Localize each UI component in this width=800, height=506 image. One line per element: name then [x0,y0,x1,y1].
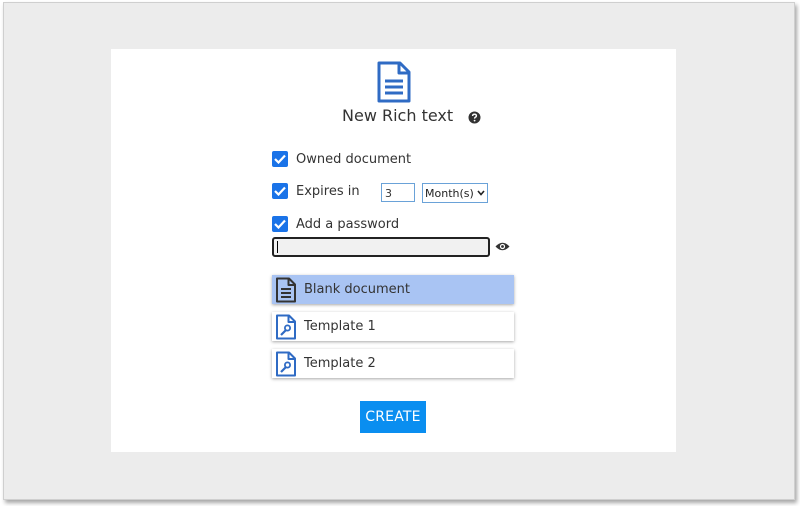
expires-amount-input[interactable]: 3 [381,183,415,202]
checkmark-icon [274,154,286,164]
expires-unit-select[interactable]: Month(s) [422,183,488,203]
expires-label: Expires in [296,183,360,199]
template-option-1[interactable]: Template 1 [272,312,514,341]
create-button[interactable]: CREATE [360,401,426,433]
document-wrench-icon [276,314,296,339]
dialog-title: New Rich text [342,106,454,125]
new-document-dialog: New Rich text Owned document Expires in [111,49,676,452]
owned-document-option[interactable]: Owned document [272,150,411,168]
template-option-2[interactable]: Template 2 [272,349,514,378]
template-option-label: Blank document [304,282,410,297]
text-caret [277,241,278,253]
help-icon[interactable] [468,111,481,124]
checkmark-icon [274,186,286,196]
window-frame: New Rich text Owned document Expires in [3,2,795,500]
eye-icon[interactable] [495,241,510,252]
password-label: Add a password [296,216,400,232]
template-option-label: Template 2 [304,356,376,371]
document-wrench-icon [276,351,296,376]
checkmark-icon [274,219,286,229]
template-option-blank[interactable]: Blank document [272,275,514,304]
chevron-down-icon [477,190,485,196]
expires-unit-value: Month(s) [425,186,474,200]
owned-document-label: Owned document [296,151,412,167]
password-checkbox[interactable] [272,216,288,232]
template-option-label: Template 1 [304,319,376,334]
document-lines-icon [276,277,296,302]
expires-option[interactable]: Expires in [272,182,360,200]
owned-document-checkbox[interactable] [272,151,288,167]
document-icon [377,61,411,103]
password-option[interactable]: Add a password [272,215,399,233]
expires-checkbox[interactable] [272,183,288,199]
password-input[interactable] [272,237,490,257]
